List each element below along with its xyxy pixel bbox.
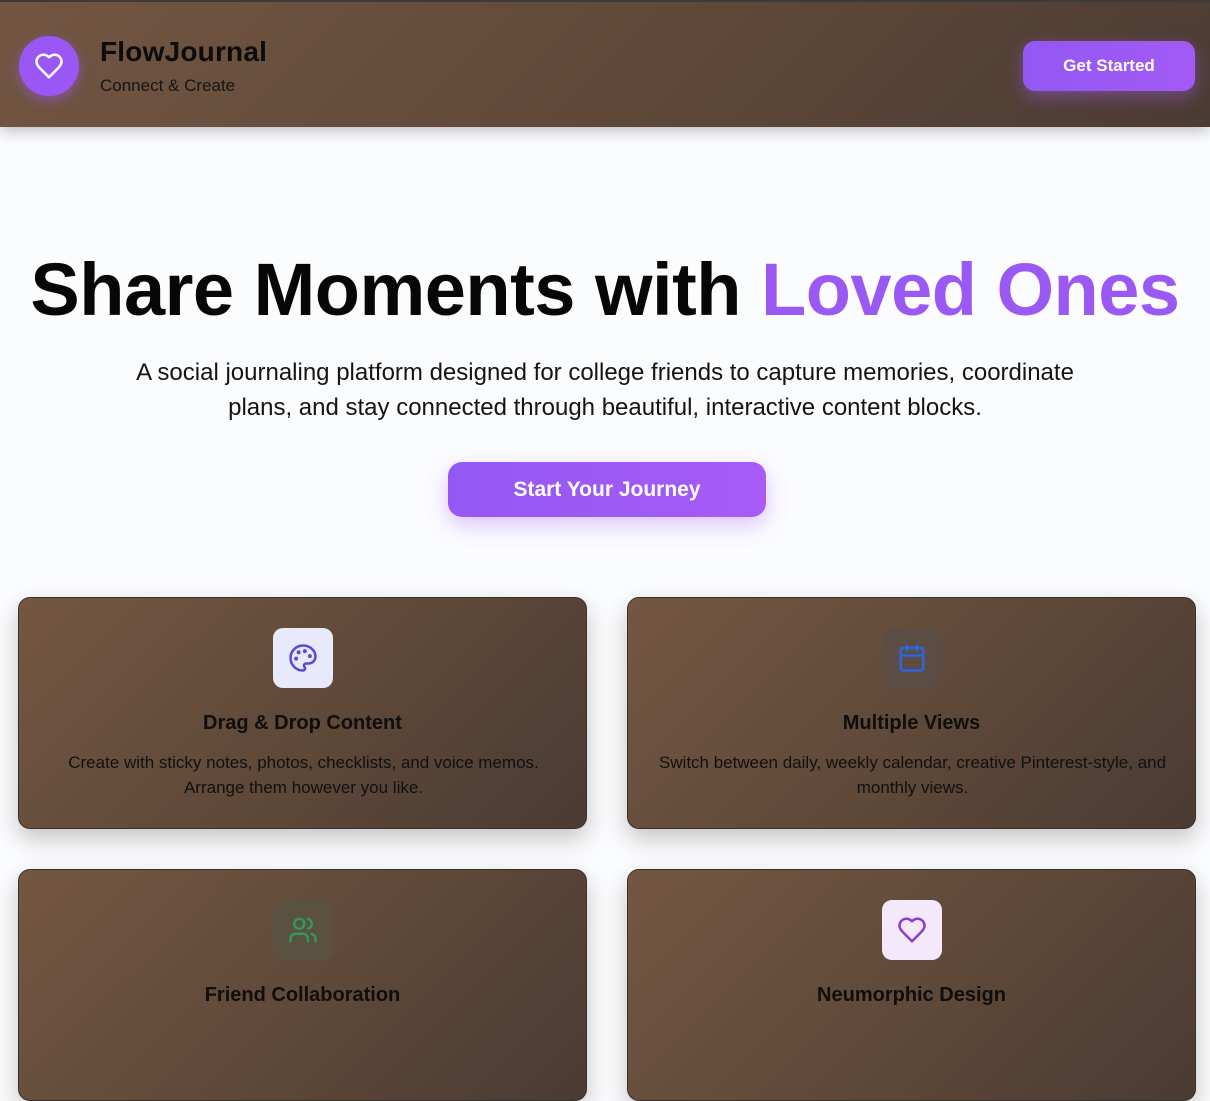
feature-icon-box [882,628,942,688]
hero-title-main: Share Moments with [30,248,762,331]
feature-title: Friend Collaboration [204,984,401,1006]
start-journey-button[interactable]: Start Your Journey [448,462,766,517]
brand-name[interactable]: FlowJournal [100,36,267,68]
get-started-button[interactable]: Get Started [1023,41,1195,91]
brand-tagline: Connect & Create [100,76,236,95]
feature-title: Neumorphic Design [817,984,1006,1006]
heart-icon [35,53,63,79]
feature-card-friend-collaboration: Friend Collaboration [18,869,587,1101]
feature-description: Switch between daily, weekly calendar, c… [658,753,1167,797]
feature-icon-box [273,628,333,688]
feature-card-multiple-views: Multiple Views Switch between daily, wee… [627,597,1196,829]
feature-title: Drag & Drop Content [203,712,402,734]
hero-subtitle: A social journaling platform designed fo… [136,359,1074,421]
heart-icon [898,917,926,943]
feature-card-drag-drop: Drag & Drop Content Create with sticky n… [18,597,587,829]
users-icon [289,917,317,943]
feature-icon-box [273,900,333,960]
hero-title: Share Moments with Loved Ones [0,247,1210,332]
hero-title-accent: Loved Ones [761,248,1180,331]
feature-title: Multiple Views [842,712,981,734]
calendar-icon [899,644,925,672]
feature-card-neumorphic-design: Neumorphic Design [627,869,1196,1101]
logo[interactable] [19,36,79,96]
feature-description: Create with sticky notes, photos, checkl… [68,753,539,797]
feature-icon-box [882,900,942,960]
site-header: FlowJournal Connect & Create Get Started [0,0,1210,127]
palette-icon [289,644,317,672]
